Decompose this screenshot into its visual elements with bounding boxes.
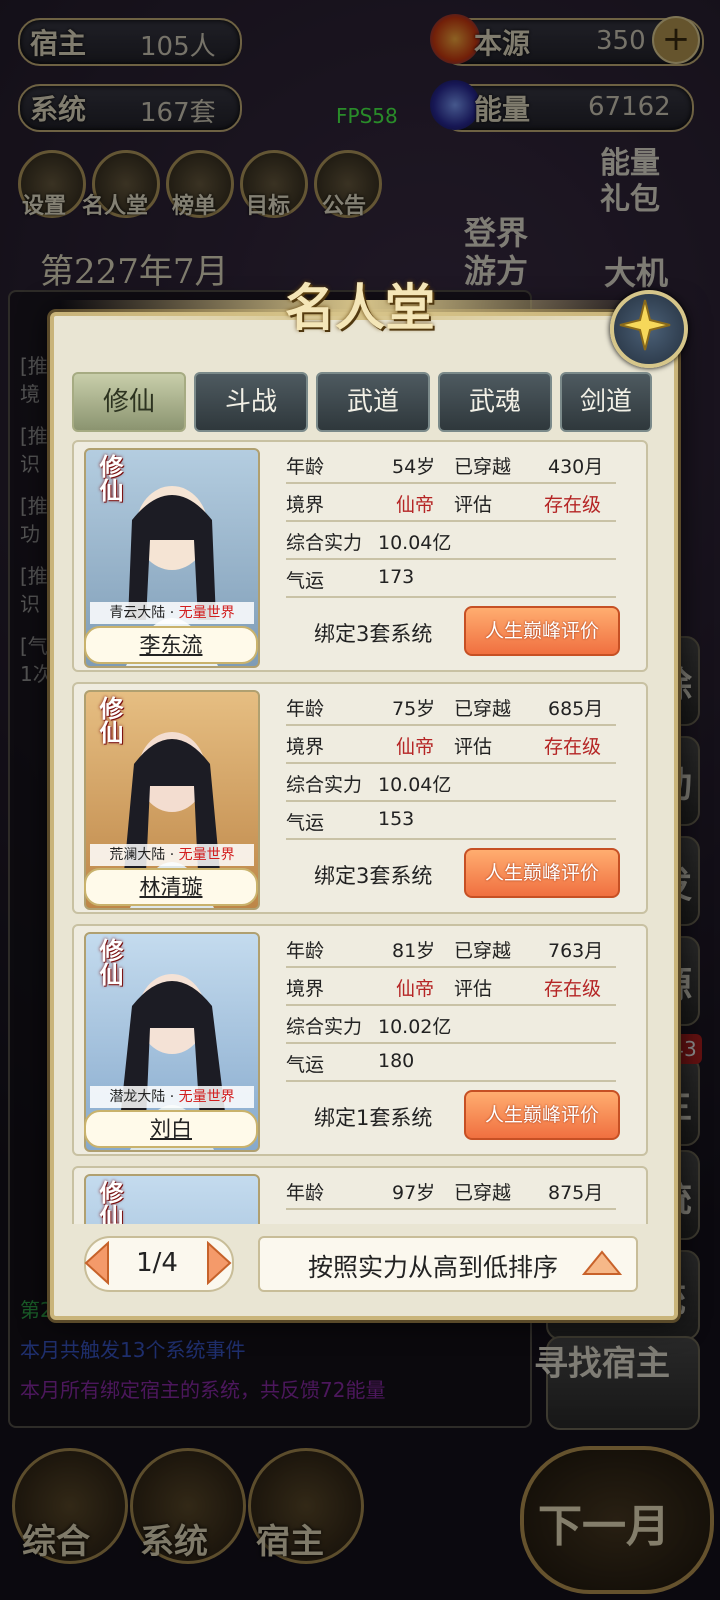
strength-label: 综合实力 [286, 1016, 363, 1038]
luck-value: 153 [378, 808, 415, 830]
realm-tag: 修仙 [95, 1180, 124, 1224]
age-value: 75岁 [392, 698, 436, 720]
stat-row-realm: 境界 仙帝 评估 存在级 [286, 966, 616, 1006]
strength-value: 10.04亿 [378, 774, 452, 796]
realm-value: 仙帝 [396, 978, 435, 1000]
hero-card: 修仙 潜龙大陆 · 无量世界 刘白 年龄 81岁 已穿越 763月 境界 仙帝 … [72, 924, 648, 1156]
hall-of-fame-list[interactable]: 修仙 青云大陆 · 无量世界 李东流 年龄 54岁 已穿越 430月 境界 仙帝… [72, 440, 648, 1224]
tab-douzhan[interactable]: 斗战 [194, 372, 308, 432]
traveled-label: 已穿越 [454, 698, 512, 720]
realm-label: 境界 [286, 494, 325, 516]
sort-ascending-icon [582, 1250, 622, 1275]
bind-count: 绑定1套系统 [314, 1106, 433, 1130]
peak-evaluation-button[interactable]: 人生巅峰评价 [464, 606, 620, 656]
bind-count: 绑定3套系统 [314, 622, 433, 646]
world-suffix: 无量世界 [178, 605, 235, 621]
evaluation-label: 评估 [454, 736, 493, 758]
traveled-value: 685月 [548, 698, 604, 720]
stat-row-age: 年龄 97岁 已穿越 875月 [286, 1170, 616, 1210]
bind-count: 绑定3套系统 [314, 864, 433, 888]
luck-value: 173 [378, 566, 415, 588]
strength-label: 综合实力 [286, 532, 363, 554]
tab-wuhun[interactable]: 武魂 [438, 372, 552, 432]
luck-label: 气运 [286, 1054, 325, 1076]
realm-label: 境界 [286, 736, 325, 758]
sort-button[interactable]: 按照实力从高到低排序 [258, 1236, 638, 1292]
peak-evaluation-button[interactable]: 人生巅峰评价 [464, 848, 620, 898]
hero-name[interactable]: 刘白 [84, 1110, 258, 1148]
age-value: 81岁 [392, 940, 436, 962]
stat-row-luck: 气运 153 [286, 800, 616, 840]
age-label: 年龄 [286, 940, 325, 962]
stat-row-strength: 综合实力 10.04亿 [286, 520, 616, 560]
realm-tag: 修仙 [95, 696, 124, 744]
tab-xiuxian[interactable]: 修仙 [72, 372, 186, 432]
realm-value: 仙帝 [396, 736, 435, 758]
age-value: 54岁 [392, 456, 436, 478]
traveled-value: 430月 [548, 456, 604, 478]
luck-label: 气运 [286, 570, 325, 592]
world-line: 青云大陆 · 无量世界 [90, 602, 254, 624]
realm-tag: 修仙 [95, 454, 124, 502]
prev-page-icon[interactable] [82, 1241, 112, 1285]
traveled-label: 已穿越 [454, 940, 512, 962]
stat-row-age: 年龄 75岁 已穿越 685月 [286, 686, 616, 726]
hero-card: 修仙 荒澜大陆 · 无量世界 林清璇 年龄 75岁 已穿越 685月 境界 仙帝… [72, 682, 648, 914]
hero-card: 修仙 年龄 97岁 已穿越 875月 [72, 1166, 648, 1224]
age-label: 年龄 [286, 1182, 325, 1204]
evaluation-label: 评估 [454, 978, 493, 1000]
world-line: 荒澜大陆 · 无量世界 [90, 844, 254, 866]
evaluation-label: 评估 [454, 494, 493, 516]
strength-label: 综合实力 [286, 774, 363, 796]
tab-jiandao[interactable]: 剑道 [560, 372, 652, 432]
stat-row-realm: 境界 仙帝 评估 存在级 [286, 724, 616, 764]
luck-value: 180 [378, 1050, 415, 1072]
realm-tag: 修仙 [95, 938, 124, 986]
pager: 1/4 [72, 1236, 242, 1292]
strength-value: 10.04亿 [378, 532, 452, 554]
stat-row-luck: 气运 173 [286, 558, 616, 598]
traveled-label: 已穿越 [454, 1182, 512, 1204]
stat-row-strength: 综合实力 10.02亿 [286, 1004, 616, 1044]
world-name: 荒澜大陆 [109, 847, 166, 863]
world-suffix: 无量世界 [178, 847, 235, 863]
realm-label: 境界 [286, 978, 325, 1000]
stat-row-age: 年龄 54岁 已穿越 430月 [286, 444, 616, 484]
age-label: 年龄 [286, 456, 325, 478]
luck-label: 气运 [286, 812, 325, 834]
stat-row-realm: 境界 仙帝 评估 存在级 [286, 482, 616, 522]
hero-card: 修仙 青云大陆 · 无量世界 李东流 年龄 54岁 已穿越 430月 境界 仙帝… [72, 440, 648, 672]
evaluation-value: 存在级 [544, 494, 602, 516]
hero-portrait[interactable]: 修仙 [84, 1174, 260, 1224]
world-line: 潜龙大陆 · 无量世界 [90, 1086, 254, 1108]
evaluation-value: 存在级 [544, 736, 602, 758]
traveled-label: 已穿越 [454, 456, 512, 478]
evaluation-value: 存在级 [544, 978, 602, 1000]
hero-name[interactable]: 林清璇 [84, 868, 258, 906]
next-page-icon[interactable] [204, 1241, 234, 1285]
stat-row-strength: 综合实力 10.04亿 [286, 762, 616, 802]
page-indicator: 1/4 [136, 1248, 178, 1278]
age-value: 97岁 [392, 1182, 436, 1204]
stat-row-luck: 气运 180 [286, 1042, 616, 1082]
world-name: 潜龙大陆 [109, 1089, 166, 1105]
age-label: 年龄 [286, 698, 325, 720]
strength-value: 10.02亿 [378, 1016, 452, 1038]
peak-evaluation-button[interactable]: 人生巅峰评价 [464, 1090, 620, 1140]
traveled-value: 875月 [548, 1182, 604, 1204]
traveled-value: 763月 [548, 940, 604, 962]
close-modal-button[interactable] [610, 290, 688, 368]
sort-label: 按照实力从高到低排序 [308, 1253, 559, 1282]
realm-value: 仙帝 [396, 494, 435, 516]
tab-wudao[interactable]: 武道 [316, 372, 430, 432]
close-star-icon [619, 299, 671, 351]
stat-row-age: 年龄 81岁 已穿越 763月 [286, 928, 616, 968]
world-name: 青云大陆 [109, 605, 166, 621]
world-suffix: 无量世界 [178, 1089, 235, 1105]
hero-name[interactable]: 李东流 [84, 626, 258, 664]
